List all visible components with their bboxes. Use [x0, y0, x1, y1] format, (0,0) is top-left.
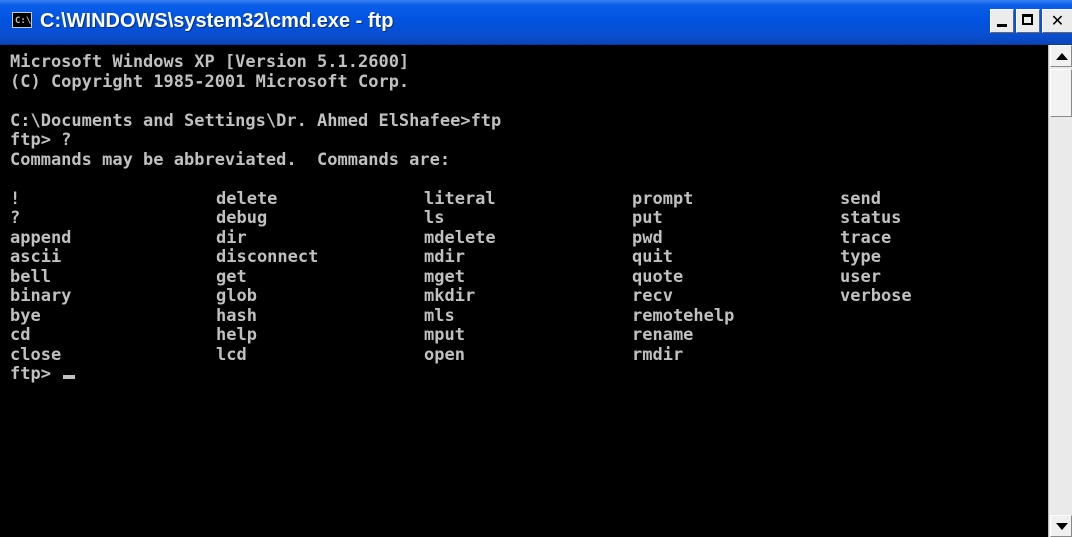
ftp-command: binary — [10, 286, 72, 306]
cmd-app-icon[interactable]: C:\ — [12, 12, 32, 28]
minimize-button[interactable] — [990, 9, 1014, 33]
ftp-command: lcd — [216, 344, 247, 365]
ftp-command: debug — [216, 208, 268, 228]
text-cursor — [63, 375, 76, 379]
console-line: Microsoft Windows XP [Version 5.1.2600] — [10, 52, 410, 72]
ftp-command: status — [840, 208, 902, 228]
ftp-command: recv — [632, 286, 673, 306]
ftp-command: mput — [424, 325, 465, 345]
ftp-command: cd — [10, 325, 31, 345]
ftp-command: get — [216, 266, 247, 287]
console-line: Commands may be abbreviated. Commands ar… — [10, 149, 451, 170]
ftp-command: ? — [10, 208, 21, 228]
ftp-command: quit — [632, 247, 673, 267]
ftp-command: open — [424, 344, 465, 365]
prompt-text: ftp> — [10, 364, 62, 384]
ftp-command: rename — [632, 325, 694, 345]
window-title: C:\WINDOWS\system32\cmd.exe - ftp — [40, 10, 394, 32]
ftp-command: prompt — [632, 188, 694, 209]
ftp-command: ascii — [10, 247, 62, 267]
ftp-command: mkdir — [424, 286, 476, 306]
close-icon: ✕ — [1050, 11, 1065, 30]
ftp-command: help — [216, 325, 257, 345]
console-output[interactable]: Microsoft Windows XP [Version 5.1.2600] … — [0, 45, 1048, 537]
ftp-command: user — [840, 266, 881, 287]
ftp-command: rmdir — [632, 344, 684, 365]
ftp-command: bye — [10, 305, 41, 326]
maximize-button[interactable] — [1016, 9, 1040, 33]
ftp-command: delete — [216, 188, 278, 209]
ftp-command: hash — [216, 305, 257, 326]
ftp-command: mget — [424, 266, 465, 287]
ftp-command: verbose — [840, 286, 912, 306]
ftp-command: quote — [632, 266, 684, 287]
ftp-command: bell — [10, 266, 51, 287]
ftp-command: mdelete — [424, 227, 496, 248]
maximize-icon — [1022, 14, 1033, 25]
scroll-down-button[interactable] — [1050, 515, 1072, 537]
arrow-down-icon — [1056, 523, 1068, 530]
ftp-command: literal — [424, 188, 496, 209]
vertical-scrollbar[interactable] — [1048, 45, 1072, 537]
close-button[interactable]: ✕ — [1042, 9, 1072, 33]
ftp-command: append — [10, 227, 72, 248]
ftp-command: ls — [424, 208, 445, 228]
arrow-up-icon — [1056, 53, 1068, 60]
ftp-command: remotehelp — [632, 305, 735, 326]
prompt-line: ftp> — [10, 364, 76, 385]
ftp-command: mdir — [424, 247, 465, 267]
ftp-command: dir — [216, 227, 247, 248]
ftp-command: trace — [840, 227, 892, 248]
title-bar[interactable]: C:\ C:\WINDOWS\system32\cmd.exe - ftp ✕ — [0, 0, 1072, 45]
ftp-command: pwd — [632, 227, 663, 248]
console-line: ftp> ? — [10, 130, 72, 150]
cmd-window: C:\ C:\WINDOWS\system32\cmd.exe - ftp ✕ … — [0, 0, 1072, 537]
ftp-command: ! — [10, 188, 21, 209]
ftp-command: mls — [424, 305, 455, 326]
scroll-up-button[interactable] — [1050, 45, 1072, 67]
ftp-command: type — [840, 247, 881, 267]
ftp-command: disconnect — [216, 247, 319, 267]
scrollbar-thumb[interactable] — [1050, 69, 1072, 117]
ftp-command: send — [840, 188, 881, 209]
minimize-icon — [997, 24, 1007, 27]
ftp-command: close — [10, 344, 62, 365]
ftp-command: glob — [216, 286, 257, 306]
console-line: C:\Documents and Settings\Dr. Ahmed ElSh… — [10, 110, 502, 131]
console-line: (C) Copyright 1985-2001 Microsoft Corp. — [10, 71, 410, 92]
ftp-command: put — [632, 208, 663, 228]
